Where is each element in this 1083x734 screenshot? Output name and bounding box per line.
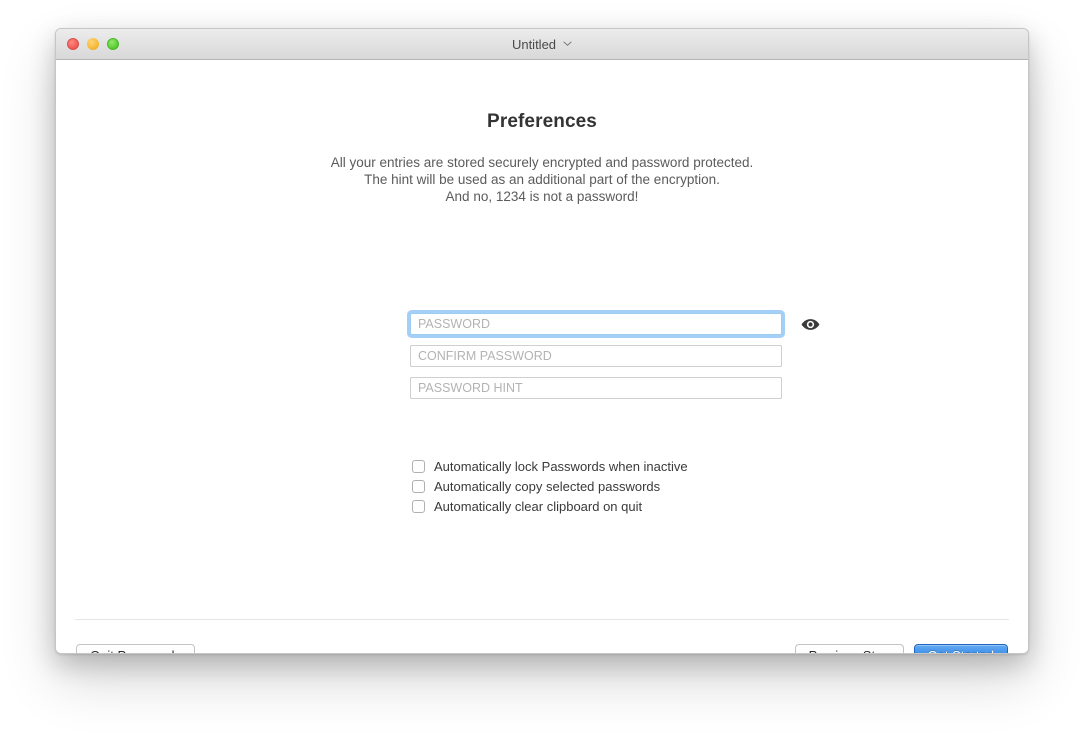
option-label: Automatically clear clipboard on quit [434, 498, 643, 514]
option-label: Automatically copy selected passwords [434, 478, 661, 494]
window-title-label: Untitled [511, 36, 557, 52]
confirm-password-input[interactable] [410, 345, 782, 367]
options-list: Automatically lock Passwords when inacti… [412, 456, 688, 516]
description-line-3: And no, 1234 is not a password! [445, 189, 639, 204]
checkbox-auto-lock[interactable] [412, 459, 425, 473]
previous-step-button[interactable]: Previous Step [794, 644, 904, 653]
description-line-1: All your entries are stored securely enc… [330, 155, 754, 170]
footer-separator [75, 619, 1009, 620]
traffic-light-group [67, 29, 119, 59]
footer-bar: Quit Passwords Previous Step Get Started [56, 632, 1028, 653]
confirm-password-field-row [410, 345, 830, 367]
minimize-window-button[interactable] [87, 38, 99, 50]
password-field-row [410, 313, 830, 335]
zoom-window-button[interactable] [107, 38, 119, 50]
quit-passwords-button[interactable]: Quit Passwords [76, 644, 196, 653]
checkbox-auto-copy[interactable] [412, 479, 425, 493]
option-auto-clear-clipboard[interactable]: Automatically clear clipboard on quit [412, 496, 688, 516]
app-window: Untitled Preferences All your entries ar… [55, 28, 1029, 654]
description-line-2: The hint will be used as an additional p… [364, 172, 720, 187]
window-content: Preferences All your entries are stored … [56, 60, 1028, 653]
description-text: All your entries are stored securely enc… [56, 133, 1028, 205]
footer-actions: Previous Step Get Started [794, 644, 1008, 653]
option-auto-lock[interactable]: Automatically lock Passwords when inacti… [412, 456, 688, 476]
window-titlebar: Untitled [56, 29, 1028, 60]
checkbox-auto-clear-clipboard[interactable] [412, 499, 425, 513]
chevron-down-icon[interactable] [563, 39, 572, 48]
option-label: Automatically lock Passwords when inacti… [434, 458, 688, 474]
password-form [410, 313, 830, 399]
page-title: Preferences [487, 111, 597, 132]
close-window-button[interactable] [67, 38, 79, 50]
option-auto-copy[interactable]: Automatically copy selected passwords [412, 476, 688, 496]
window-title[interactable]: Untitled [512, 37, 572, 52]
password-hint-field-row [410, 377, 830, 399]
get-started-button[interactable]: Get Started [913, 644, 1008, 653]
password-hint-input[interactable] [410, 377, 782, 399]
password-input[interactable] [410, 313, 782, 335]
eye-icon[interactable] [800, 314, 820, 334]
